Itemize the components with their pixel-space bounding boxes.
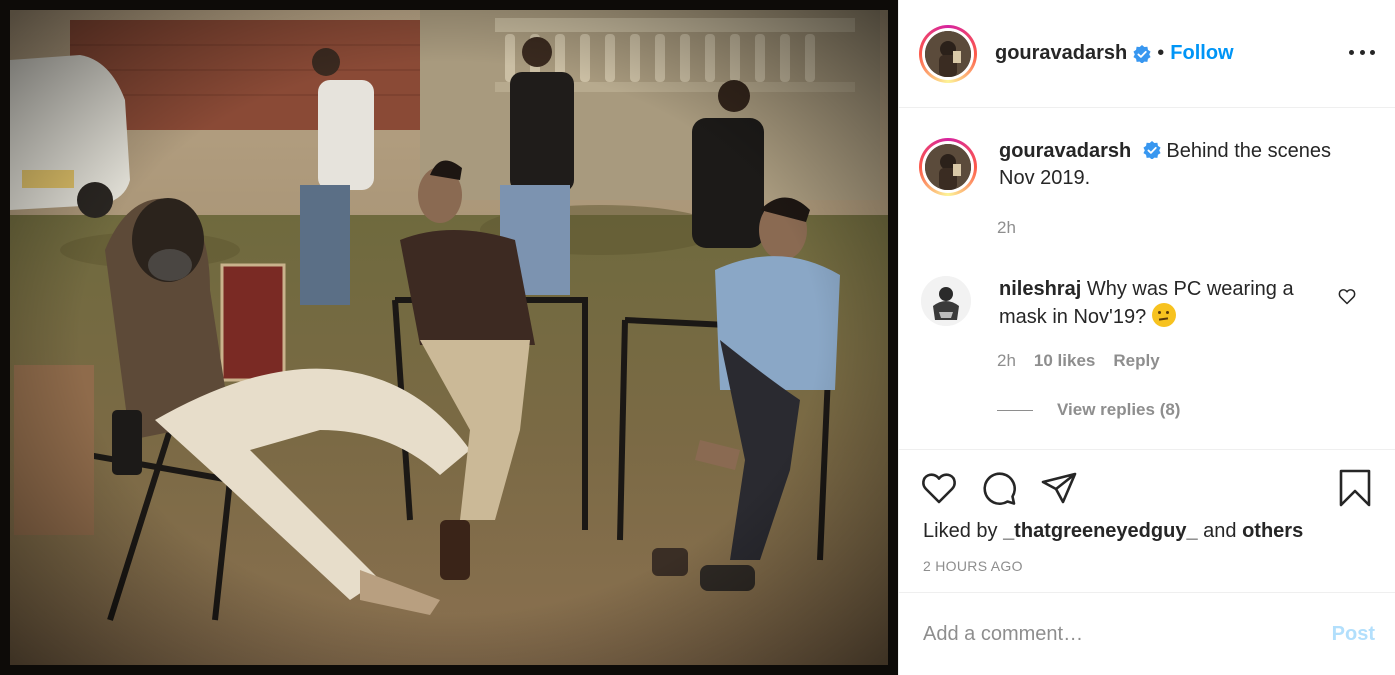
author-avatar[interactable] (919, 24, 977, 83)
commenter-username[interactable]: nileshraj (999, 278, 1081, 300)
caption-avatar[interactable] (919, 138, 977, 196)
post-container: gouravadarsh • Follow gouravadarsh Behin… (0, 0, 1395, 675)
post-comment-button[interactable]: Post (1332, 623, 1375, 646)
follow-button[interactable]: Follow (1170, 42, 1233, 65)
comment-meta: 2h 10 likes Reply (997, 351, 1160, 371)
comment-item: nileshraj Why was PC wearing a mask in N… (919, 276, 1319, 370)
share-icon[interactable] (1039, 468, 1079, 508)
caption-time[interactable]: 2h (997, 218, 1016, 238)
avatar-picture (925, 144, 971, 190)
caption-text-block: gouravadarsh Behind the scenes Nov 2019. (999, 138, 1359, 196)
caption: gouravadarsh Behind the scenes Nov 2019.… (919, 138, 1359, 237)
add-comment-bar: Post (899, 592, 1395, 675)
post-photo[interactable] (0, 0, 898, 675)
liked-by-user[interactable]: _thatgreeneyedguy_ (1003, 520, 1198, 542)
replies-divider (997, 409, 1033, 411)
liked-by-others[interactable]: others (1242, 520, 1303, 542)
caption-username[interactable]: gouravadarsh (999, 140, 1131, 162)
post-timestamp[interactable]: 2 HOURS AGO (923, 558, 1023, 574)
photo-illustration (0, 0, 898, 675)
comment-input[interactable] (923, 622, 1332, 646)
comment-time[interactable]: 2h (997, 351, 1016, 371)
author-username[interactable]: gouravadarsh (995, 42, 1127, 65)
comment-icon[interactable] (979, 468, 1019, 508)
bookmark-icon[interactable] (1335, 468, 1375, 508)
separator-dot: • (1157, 42, 1165, 64)
avatar-picture (921, 276, 971, 326)
avatar-picture (925, 30, 971, 77)
comment-text-block: nileshraj Why was PC wearing a mask in N… (999, 276, 1319, 331)
likes-summary: Liked by _thatgreeneyedguy_ and others (923, 520, 1303, 543)
comments-section[interactable]: gouravadarsh Behind the scenes Nov 2019.… (899, 108, 1395, 450)
verified-badge-icon (1143, 141, 1161, 159)
liked-by-prefix: Liked by (923, 520, 998, 542)
heart-icon[interactable] (919, 468, 959, 508)
heart-small-icon[interactable] (1337, 286, 1357, 306)
comment-likes[interactable]: 10 likes (1034, 351, 1095, 371)
verified-badge-icon (1133, 44, 1151, 63)
liked-by-and: and (1203, 520, 1237, 542)
reply-button[interactable]: Reply (1113, 351, 1159, 371)
thinking-face-emoji-icon (1151, 303, 1176, 327)
view-replies-label: View replies (8) (1057, 400, 1181, 419)
more-options-icon[interactable] (1349, 49, 1375, 58)
commenter-avatar[interactable] (921, 276, 971, 326)
post-sidebar: gouravadarsh • Follow gouravadarsh Behin… (898, 0, 1395, 675)
post-header: gouravadarsh • Follow (899, 0, 1395, 108)
view-replies-button[interactable]: View replies (8) (997, 400, 1180, 420)
action-bar (919, 462, 1375, 510)
